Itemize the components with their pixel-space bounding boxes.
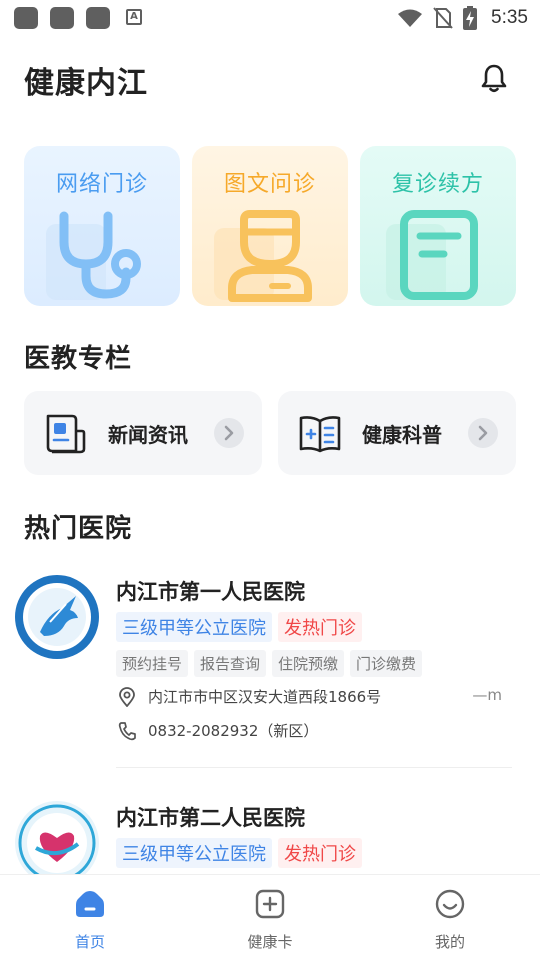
chevron-right-icon — [468, 418, 498, 448]
online-clinic-card[interactable]: 网络门诊 — [24, 146, 180, 306]
health-science-label: 健康科普 — [362, 423, 442, 447]
prescription-icon — [386, 210, 478, 300]
wifi-icon — [398, 9, 423, 27]
news-card[interactable]: 新闻资讯 — [24, 391, 262, 475]
hospital-address-row: 内江市市中区汉安大道西段1866号 —m — [118, 686, 504, 708]
refill-prescription-label: 复诊续方 — [391, 172, 484, 197]
online-clinic-label: 网络门诊 — [55, 172, 148, 197]
service-tag-report[interactable]: 报告查询 — [194, 650, 267, 677]
hospital-logo-icon — [15, 575, 99, 659]
clock: 5:35 — [491, 7, 528, 28]
notification-app-icon — [50, 7, 74, 29]
hospital-logo-icon — [15, 801, 99, 874]
health-card-icon — [255, 889, 285, 919]
no-sim-icon — [433, 7, 453, 29]
notification-app-icon — [14, 7, 38, 29]
hospital-phone: 0832-2082932（新区） — [148, 722, 319, 740]
news-icon — [46, 414, 86, 454]
nav-health-card[interactable]: 健康卡 — [180, 875, 360, 960]
chevron-right-icon — [214, 418, 244, 448]
service-tag-inpatient-prepay[interactable]: 住院预缴 — [272, 650, 345, 677]
page-title: 健康内江 — [24, 66, 148, 101]
divider — [116, 767, 512, 768]
fever-clinic-tag: 发热门诊 — [278, 838, 362, 868]
news-label: 新闻资讯 — [108, 423, 188, 447]
service-tag-appointment[interactable]: 预约挂号 — [116, 650, 189, 677]
health-science-card[interactable]: 健康科普 — [278, 391, 516, 475]
graphic-consult-label: 图文问诊 — [223, 172, 316, 197]
edu-section-title: 医教专栏 — [24, 344, 133, 374]
book-icon — [299, 416, 341, 453]
stethoscope-icon — [46, 211, 141, 300]
doctor-icon — [214, 210, 312, 302]
location-pin-icon — [119, 687, 135, 707]
home-icon — [76, 891, 104, 917]
hospital-level-tag: 三级甲等公立医院 — [116, 838, 272, 868]
bell-icon[interactable] — [478, 62, 510, 94]
nav-home-label: 首页 — [74, 933, 105, 951]
nav-home[interactable]: 首页 — [0, 875, 180, 960]
hospital-section-title: 热门医院 — [24, 514, 133, 544]
nav-health-card-label: 健康卡 — [247, 933, 293, 951]
status-bar: A 5:35 — [0, 0, 540, 36]
a-notification-icon: A — [126, 9, 142, 25]
nav-mine-label: 我的 — [434, 933, 465, 951]
fever-clinic-tag: 发热门诊 — [278, 612, 362, 642]
graphic-consult-card[interactable]: 图文问诊 — [192, 146, 348, 306]
hospital-level-tag: 三级甲等公立医院 — [116, 612, 272, 642]
service-tag-outpatient-pay[interactable]: 门诊缴费 — [350, 650, 423, 677]
smiley-profile-icon — [435, 889, 465, 919]
bottom-nav: 首页 健康卡 我的 — [0, 874, 540, 960]
nav-mine[interactable]: 我的 — [360, 875, 540, 960]
hospital-name: 内江市第二人民医院 — [116, 806, 305, 830]
hospital-card[interactable]: 内江市第一人民医院 三级甲等公立医院 发热门诊 预约挂号 报告查询 住院预缴 门… — [0, 574, 540, 774]
hospital-address: 内江市市中区汉安大道西段1866号 — [148, 688, 382, 706]
refill-prescription-card[interactable]: 复诊续方 — [360, 146, 516, 306]
battery-charging-icon — [463, 6, 478, 30]
hospital-card[interactable]: 内江市第二人民医院 三级甲等公立医院 发热门诊 — [0, 800, 540, 874]
phone-icon — [118, 722, 136, 741]
notification-app-icon — [86, 7, 110, 29]
hospital-distance: —m — [472, 686, 502, 704]
hospital-name: 内江市第一人民医院 — [116, 580, 305, 604]
